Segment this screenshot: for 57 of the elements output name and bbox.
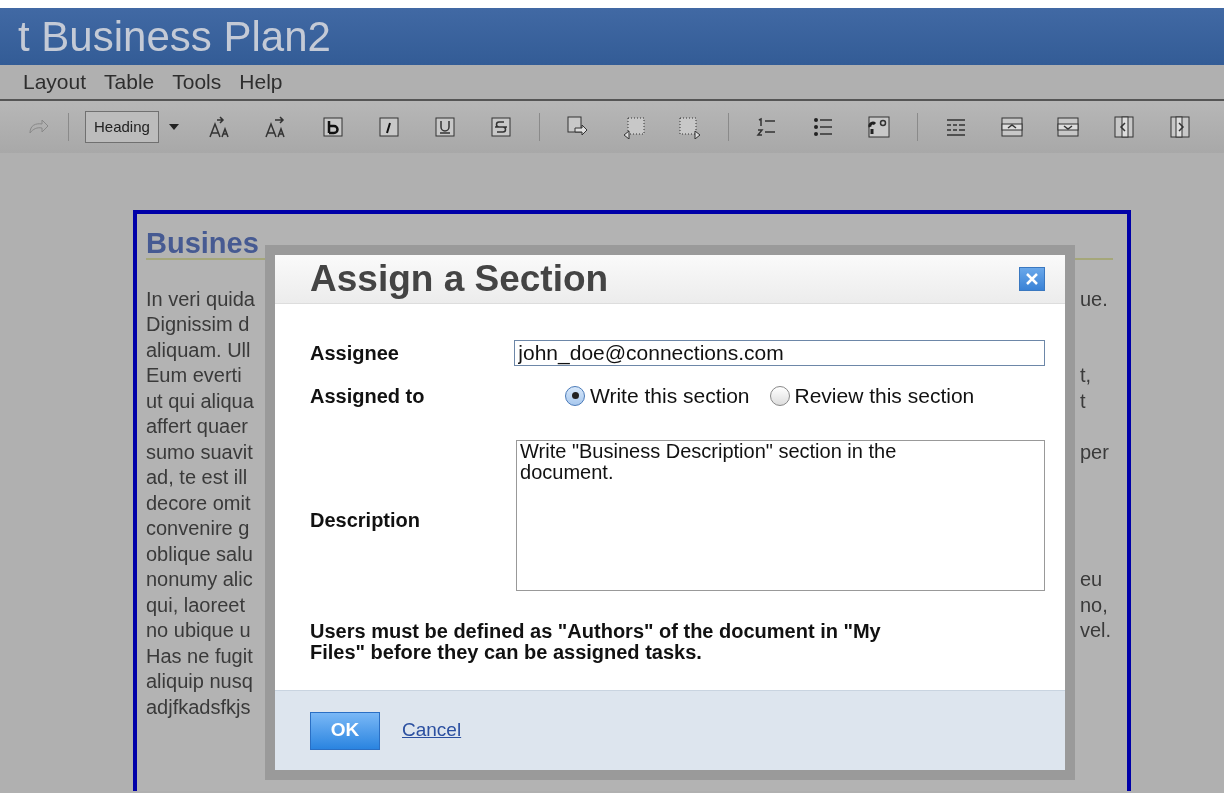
- style-dropdown[interactable]: Heading: [85, 110, 159, 144]
- italic-icon[interactable]: [376, 115, 401, 139]
- note-text: Users must be defined as "Authors" of the document in "My Files" before they can be assigned tasks.: [310, 620, 882, 663]
- bold-icon[interactable]: [320, 115, 345, 139]
- text-line: ue.: [1080, 286, 1109, 312]
- radio-button[interactable]: [769, 385, 790, 406]
- text-area[interactable]: Write "Business Description" section in the document.: [516, 439, 1045, 591]
- table-right-icon[interactable]: [677, 115, 702, 139]
- text-line: ad, te est ill: [146, 465, 248, 491]
- section-heading: Busines: [146, 228, 260, 258]
- dialog-title: Assign a Section: [310, 256, 609, 301]
- text-line: per: [1080, 439, 1110, 465]
- menu-item[interactable]: Layout: [23, 66, 87, 98]
- text-line: sumo suavit: [146, 439, 253, 465]
- table-left-icon[interactable]: [621, 115, 646, 139]
- radio-button[interactable]: [565, 385, 585, 406]
- radio-option[interactable]: Review this section: [769, 380, 975, 412]
- table-row-below-icon[interactable]: [1055, 115, 1080, 139]
- text-line: qui, laoreet: [146, 592, 245, 618]
- table-column-left-icon[interactable]: [1111, 115, 1136, 139]
- menu-item[interactable]: Help: [239, 66, 283, 98]
- caret-icon[interactable]: [168, 124, 179, 130]
- text-line: eu: [1080, 567, 1104, 593]
- text-line: Has ne fugit: [146, 643, 253, 669]
- text-line: affert quaer: [146, 414, 248, 440]
- image-icon[interactable]: [866, 115, 891, 139]
- text-line: aliquam. Ull: [146, 337, 251, 363]
- text-line: convenire g: [146, 516, 250, 542]
- text-line: Dignissim d: [146, 312, 250, 338]
- text-line: decore omit: [146, 490, 251, 516]
- text-line: nonumy alic: [146, 567, 253, 593]
- menu-item[interactable]: Table: [104, 66, 155, 98]
- menu-item[interactable]: Tools: [172, 66, 222, 98]
- text-line: aliquip nusq: [146, 669, 253, 695]
- table-column-right-icon[interactable]: [1167, 115, 1192, 139]
- text-line: Eum everti: [146, 363, 242, 389]
- text-line: adjfkadsfkjs: [146, 694, 251, 720]
- text-line: no ubique u: [146, 618, 251, 644]
- close-icon: [1024, 271, 1040, 287]
- text-line: oblique salu: [146, 541, 253, 567]
- radio-option[interactable]: Write this section: [565, 380, 750, 412]
- text-line: t: [1080, 388, 1087, 414]
- field-label: Description: [310, 508, 422, 533]
- strikethrough-icon[interactable]: [488, 115, 513, 139]
- cancel-link[interactable]: Cancel: [402, 716, 462, 745]
- input-field[interactable]: john_doe@connections.com: [514, 340, 1045, 366]
- table-row-above-icon[interactable]: [999, 115, 1024, 139]
- text-line: vel.: [1080, 618, 1113, 644]
- text-line: ut qui aliqua: [146, 388, 254, 414]
- field-label: Assignee: [310, 341, 400, 366]
- close-button[interactable]: [1019, 267, 1045, 291]
- text-line: In veri quida: [146, 286, 255, 312]
- window-title: t Business Plan2: [18, 12, 331, 62]
- field-label: Assigned to: [310, 383, 426, 409]
- text-line: no,: [1080, 592, 1109, 618]
- text-line: t,: [1080, 363, 1093, 389]
- underline-icon[interactable]: [432, 115, 457, 139]
